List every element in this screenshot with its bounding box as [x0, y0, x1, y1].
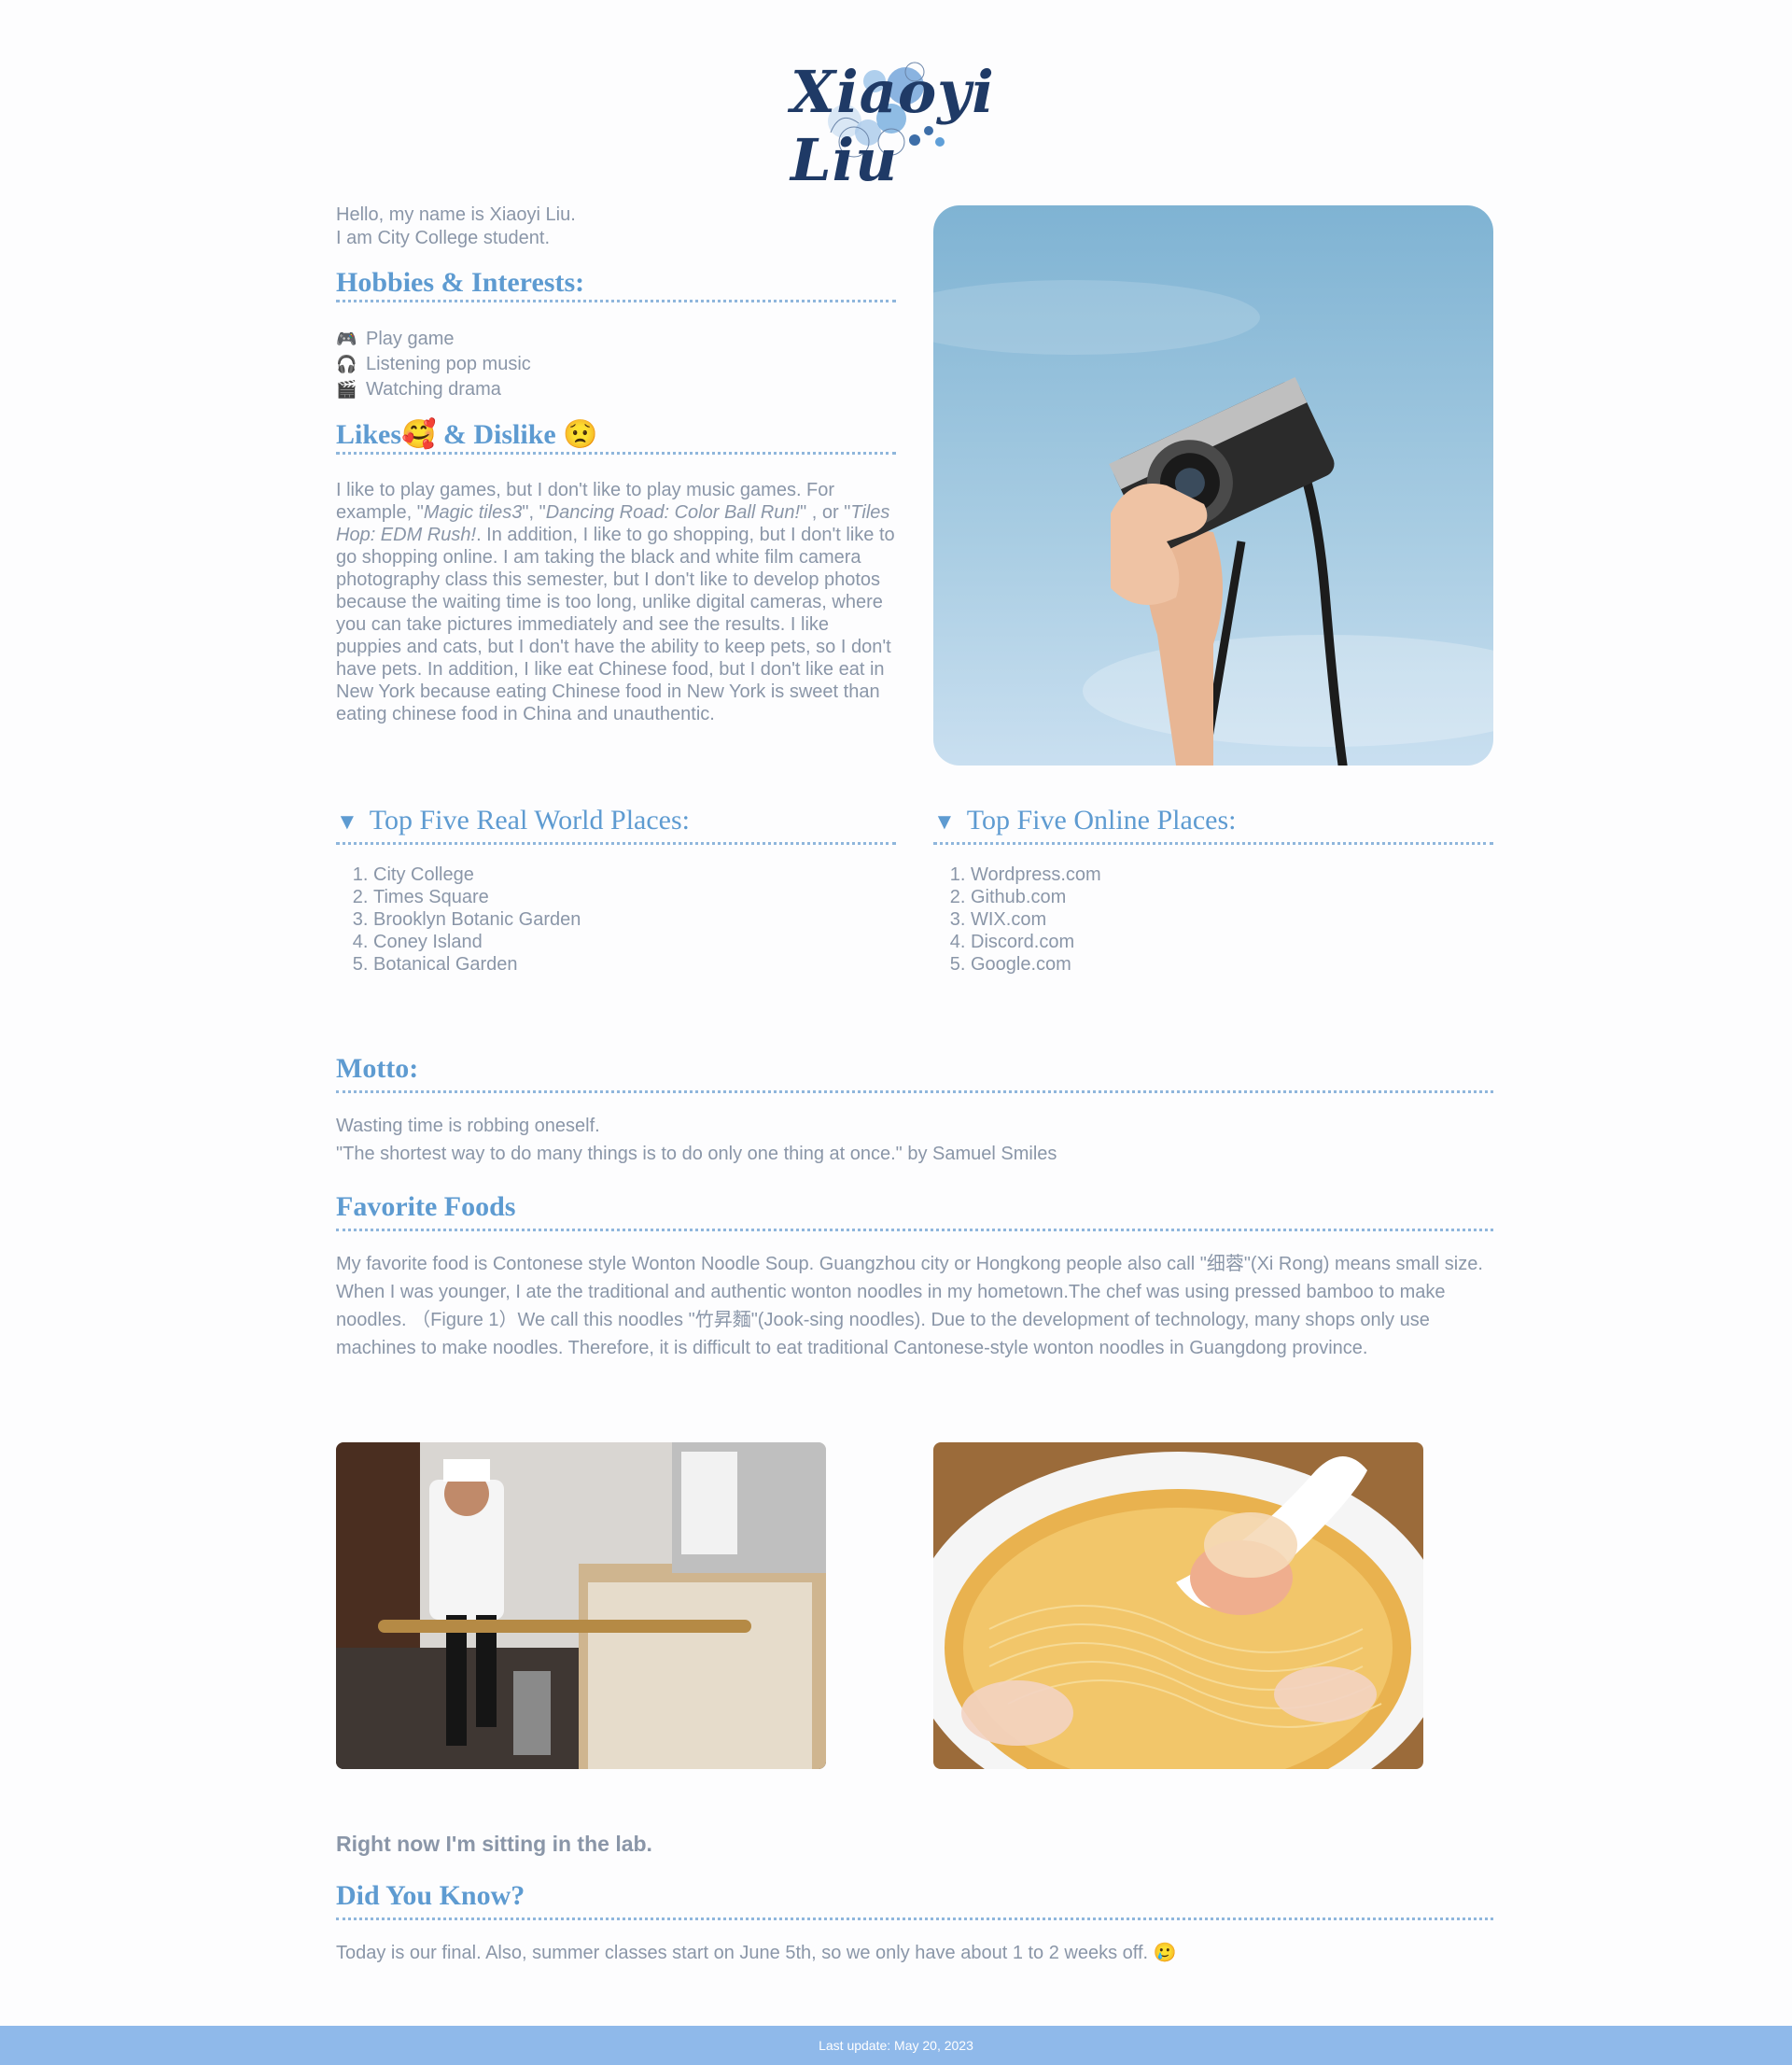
real-places-section: ▼Top Five Real World Places: City Colleg…: [336, 805, 896, 976]
disclosure-triangle-icon[interactable]: ▼: [933, 810, 956, 835]
foods-heading: Favorite Foods: [336, 1191, 1493, 1231]
list-item: WIX.com: [971, 908, 1493, 931]
list-item: Discord.com: [971, 931, 1493, 953]
list-item: Coney Island: [373, 931, 896, 953]
page-header: Xiaoyi Liu: [0, 0, 1792, 194]
list-item: Times Square: [373, 886, 896, 908]
likes-heading-a: Likes: [336, 419, 402, 450]
footer: Last update: May 20, 2023: [0, 2026, 1792, 2065]
likes-paragraph: I like to play games, but I don't like t…: [336, 480, 895, 724]
likes-heading-b: & Dislike: [442, 419, 556, 450]
likes-heading: Likes🥰 & Dislike 😟: [336, 421, 896, 455]
motto-section: Motto: Wasting time is robbing oneself. …: [336, 1053, 1493, 1168]
did-you-know-heading: Did You Know?: [336, 1880, 1493, 1920]
status-text: Right now I'm sitting in the lab.: [336, 1832, 652, 1856]
list-item: 🎮 Play game: [336, 327, 896, 352]
did-you-know-section: Did You Know? Today is our final. Also, …: [336, 1880, 1493, 1967]
list-item: 🎧 Listening pop music: [336, 352, 896, 377]
logo-text[interactable]: Xiaoyi Liu: [791, 58, 1013, 194]
worried-face-icon: 😟: [563, 419, 598, 450]
hobbies-list: 🎮 Play game 🎧 Listening pop music 🎬 Watchin…: [336, 327, 896, 402]
online-places-section: ▼Top Five Online Places: Wordpress.com G…: [933, 805, 1493, 976]
hobby-label: Listening pop music: [366, 354, 531, 374]
logo: Xiaoyi Liu: [779, 49, 1013, 194]
motto-heading: Motto:: [336, 1053, 1493, 1093]
online-places-list: Wordpress.com Github.com WIX.com Discord…: [933, 864, 1493, 976]
intro-line-2: I am City College student.: [336, 228, 550, 248]
camera-photo: [933, 205, 1493, 766]
hobbies-heading: Hobbies & Interests:: [336, 269, 896, 302]
hobby-label: Watching drama: [366, 379, 501, 400]
disclosure-triangle-icon[interactable]: ▼: [336, 810, 358, 835]
smiling-hearts-icon: 🥰: [401, 419, 437, 450]
online-places-heading: ▼ Top Five Online Places:: [933, 805, 1493, 845]
motto-line-2: "The shortest way to do many things is t…: [336, 1144, 1057, 1164]
foods-section: Favorite Foods My favorite food is Conto…: [336, 1191, 1493, 1362]
list-item: Wordpress.com: [971, 864, 1493, 886]
chef-bamboo-noodles-photo: [336, 1442, 826, 1769]
wonton-noodle-soup-photo: [933, 1442, 1423, 1769]
list-item: City College: [373, 864, 896, 886]
real-places-heading: ▼ Top Five Real World Places:: [336, 805, 896, 845]
clapperboard-icon: 🎬: [336, 380, 357, 399]
list-item: Brooklyn Botanic Garden: [373, 908, 896, 931]
foods-paragraph: My favorite food is Contonese style Wont…: [336, 1254, 1483, 1358]
intro-column: Hello, my name is Xiaoyi Liu. I am City …: [336, 204, 896, 725]
real-places-list: City College Times Square Brooklyn Botan…: [336, 864, 896, 976]
intro-line-1: Hello, my name is Xiaoyi Liu.: [336, 204, 576, 225]
list-item: Github.com: [971, 886, 1493, 908]
smiling-tear-icon: 🥲: [1153, 1943, 1177, 1963]
list-item: 🎬 Watching drama: [336, 377, 896, 402]
hobby-label: Play game: [366, 329, 455, 349]
motto-line-1: Wasting time is robbing oneself.: [336, 1116, 600, 1136]
headphones-icon: 🎧: [336, 355, 357, 373]
did-you-know-text: Today is our final. Also, summer classes…: [336, 1943, 1177, 1963]
game-controller-icon: 🎮: [336, 330, 357, 348]
last-update-text: Last update: May 20, 2023: [819, 2038, 973, 2053]
list-item: Botanical Garden: [373, 953, 896, 976]
list-item: Google.com: [971, 953, 1493, 976]
